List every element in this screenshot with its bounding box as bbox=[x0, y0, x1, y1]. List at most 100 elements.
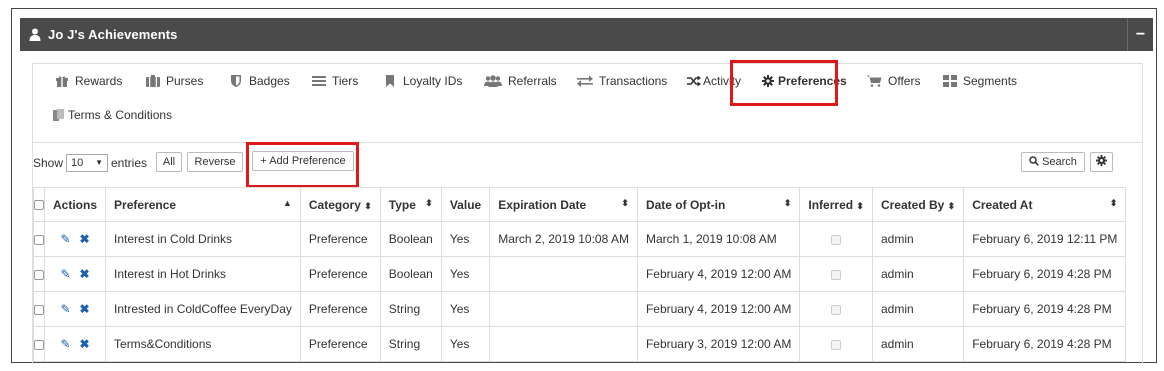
inferred-checkbox bbox=[831, 269, 842, 280]
entries-select[interactable]: 10 ▼ bbox=[66, 154, 108, 172]
col-value: Value bbox=[440, 187, 491, 222]
cell-created-by: admin bbox=[871, 221, 965, 257]
cell-created-by: admin bbox=[871, 256, 965, 292]
tab-purses[interactable]: Purses bbox=[146, 71, 203, 91]
col-date-of-optin[interactable]: Date of Opt-in ⬍ bbox=[636, 187, 801, 222]
collapse-button[interactable]: − bbox=[1127, 18, 1153, 51]
col-label: Date of Opt-in bbox=[645, 197, 726, 212]
sort-icon: ⬍ bbox=[856, 200, 864, 211]
inferred-checkbox bbox=[831, 304, 842, 315]
tab-tiers[interactable]: Tiers bbox=[312, 71, 358, 91]
table-row: ✎ ✖ Intrested in ColdCoffee EveryDay Pref… bbox=[33, 291, 1127, 327]
search-button[interactable]: Search bbox=[1021, 152, 1085, 172]
cell-created-at: February 6, 2019 12:11 PM bbox=[963, 221, 1127, 257]
actions-cell: ✎ ✖ bbox=[43, 326, 107, 362]
exchange-icon bbox=[577, 75, 593, 87]
search-icon bbox=[1029, 155, 1039, 169]
cell-expiration bbox=[489, 326, 638, 362]
col-category[interactable]: Category ⬍ bbox=[299, 187, 381, 222]
tab-referrals[interactable]: Referrals bbox=[484, 71, 557, 91]
tab-label: Referrals bbox=[508, 74, 557, 88]
grid-icon bbox=[943, 75, 957, 87]
document-icon bbox=[53, 109, 64, 121]
col-expiration-date[interactable]: Expiration Date ⬍ bbox=[489, 187, 638, 222]
tab-label: Offers bbox=[888, 74, 921, 88]
col-type[interactable]: Type ⬍ bbox=[379, 187, 442, 222]
cell-preference: Intrested in ColdCoffee EveryDay bbox=[105, 291, 301, 327]
cell-type: String bbox=[379, 291, 442, 327]
add-preference-highlight bbox=[246, 142, 359, 188]
row-checkbox[interactable] bbox=[34, 304, 44, 315]
cell-optin: February 3, 2019 12:00 AM bbox=[636, 326, 801, 362]
actions-cell: ✎ ✖ bbox=[43, 221, 107, 257]
tiers-icon bbox=[312, 75, 326, 87]
cell-preference: Interest in Hot Drinks bbox=[105, 256, 301, 292]
cell-type: Boolean bbox=[379, 221, 442, 257]
bookmark-icon bbox=[383, 75, 397, 87]
cell-inferred bbox=[799, 291, 873, 327]
tab-rewards[interactable]: Rewards bbox=[55, 71, 122, 91]
table-header-row: Actions Preference ▲ Category ⬍ Type ⬍ Va… bbox=[33, 187, 1127, 222]
cell-optin: March 1, 2019 10:08 AM bbox=[636, 221, 801, 257]
tab-transactions[interactable]: Transactions bbox=[577, 71, 667, 91]
tab-label: Rewards bbox=[75, 74, 123, 88]
row-select-cell bbox=[33, 256, 45, 292]
cell-value: Yes bbox=[440, 291, 491, 327]
row-select-cell bbox=[33, 291, 45, 327]
col-created-by[interactable]: Created By ⬍ bbox=[871, 187, 965, 222]
row-checkbox[interactable] bbox=[34, 234, 44, 245]
close-icon[interactable]: ✖ bbox=[80, 337, 90, 351]
col-label: Preference bbox=[114, 197, 177, 212]
show-label: Show bbox=[33, 156, 64, 170]
close-icon[interactable]: ✖ bbox=[80, 302, 90, 316]
cell-created-by: admin bbox=[871, 291, 965, 327]
close-icon[interactable]: ✖ bbox=[80, 232, 90, 246]
cell-type: Boolean bbox=[379, 256, 442, 292]
close-icon[interactable]: ✖ bbox=[80, 267, 90, 281]
tab-badges[interactable]: Badges bbox=[229, 71, 290, 91]
pencil-icon[interactable]: ✎ bbox=[60, 267, 70, 281]
tab-label: Purses bbox=[166, 74, 204, 88]
cell-expiration bbox=[489, 256, 638, 292]
cell-value: Yes bbox=[440, 326, 491, 362]
pencil-icon[interactable]: ✎ bbox=[60, 232, 70, 246]
col-created-at[interactable]: Created At ⬍ bbox=[963, 187, 1127, 222]
cell-category: Preference bbox=[299, 326, 381, 362]
actions-cell: ✎ ✖ bbox=[43, 291, 107, 327]
cell-category: Preference bbox=[299, 291, 381, 327]
shield-icon bbox=[229, 75, 243, 87]
entries-label: entries bbox=[111, 156, 148, 170]
select-all-checkbox[interactable] bbox=[34, 200, 44, 211]
col-preference[interactable]: Preference ▲ bbox=[105, 187, 301, 222]
pencil-icon[interactable]: ✎ bbox=[60, 302, 70, 316]
preferences-highlight bbox=[730, 60, 838, 106]
entries-value: 10 bbox=[71, 157, 84, 169]
chevron-down-icon: ▼ bbox=[95, 158, 103, 167]
col-label: Type bbox=[388, 197, 416, 212]
pencil-icon[interactable]: ✎ bbox=[60, 337, 70, 351]
tab-loyalty-ids[interactable]: Loyalty IDs bbox=[383, 71, 462, 91]
col-inferred[interactable]: Inferred ⬍ bbox=[799, 187, 873, 222]
table-row: ✎ ✖ Interest in Hot Drinks Preference Boo… bbox=[33, 256, 1127, 292]
cell-expiration bbox=[489, 291, 638, 327]
row-checkbox[interactable] bbox=[34, 269, 44, 280]
all-button[interactable]: All bbox=[156, 152, 182, 172]
panel-title: Jo J's Achievements bbox=[48, 27, 178, 42]
cell-created-by: admin bbox=[871, 326, 965, 362]
tab-terms-conditions[interactable]: Terms & Conditions bbox=[53, 105, 172, 125]
col-label: Expiration Date bbox=[498, 197, 587, 212]
purse-icon bbox=[146, 75, 160, 87]
panel-header: Jo J's Achievements − bbox=[20, 18, 1153, 51]
cell-inferred bbox=[799, 221, 873, 257]
settings-button[interactable] bbox=[1090, 152, 1113, 172]
row-checkbox[interactable] bbox=[34, 339, 44, 350]
sort-icon: ⬍ bbox=[425, 197, 433, 208]
tab-offers[interactable]: Offers bbox=[866, 71, 920, 91]
users-icon bbox=[484, 75, 502, 87]
tab-label: Segments bbox=[963, 74, 1018, 88]
search-label: Search bbox=[1042, 156, 1077, 168]
cell-value: Yes bbox=[440, 221, 491, 257]
tab-segments[interactable]: Segments bbox=[943, 71, 1017, 91]
achievements-panel: Jo J's Achievements − Rewards Purses Bad… bbox=[11, 8, 1157, 364]
reverse-button[interactable]: Reverse bbox=[187, 152, 243, 172]
